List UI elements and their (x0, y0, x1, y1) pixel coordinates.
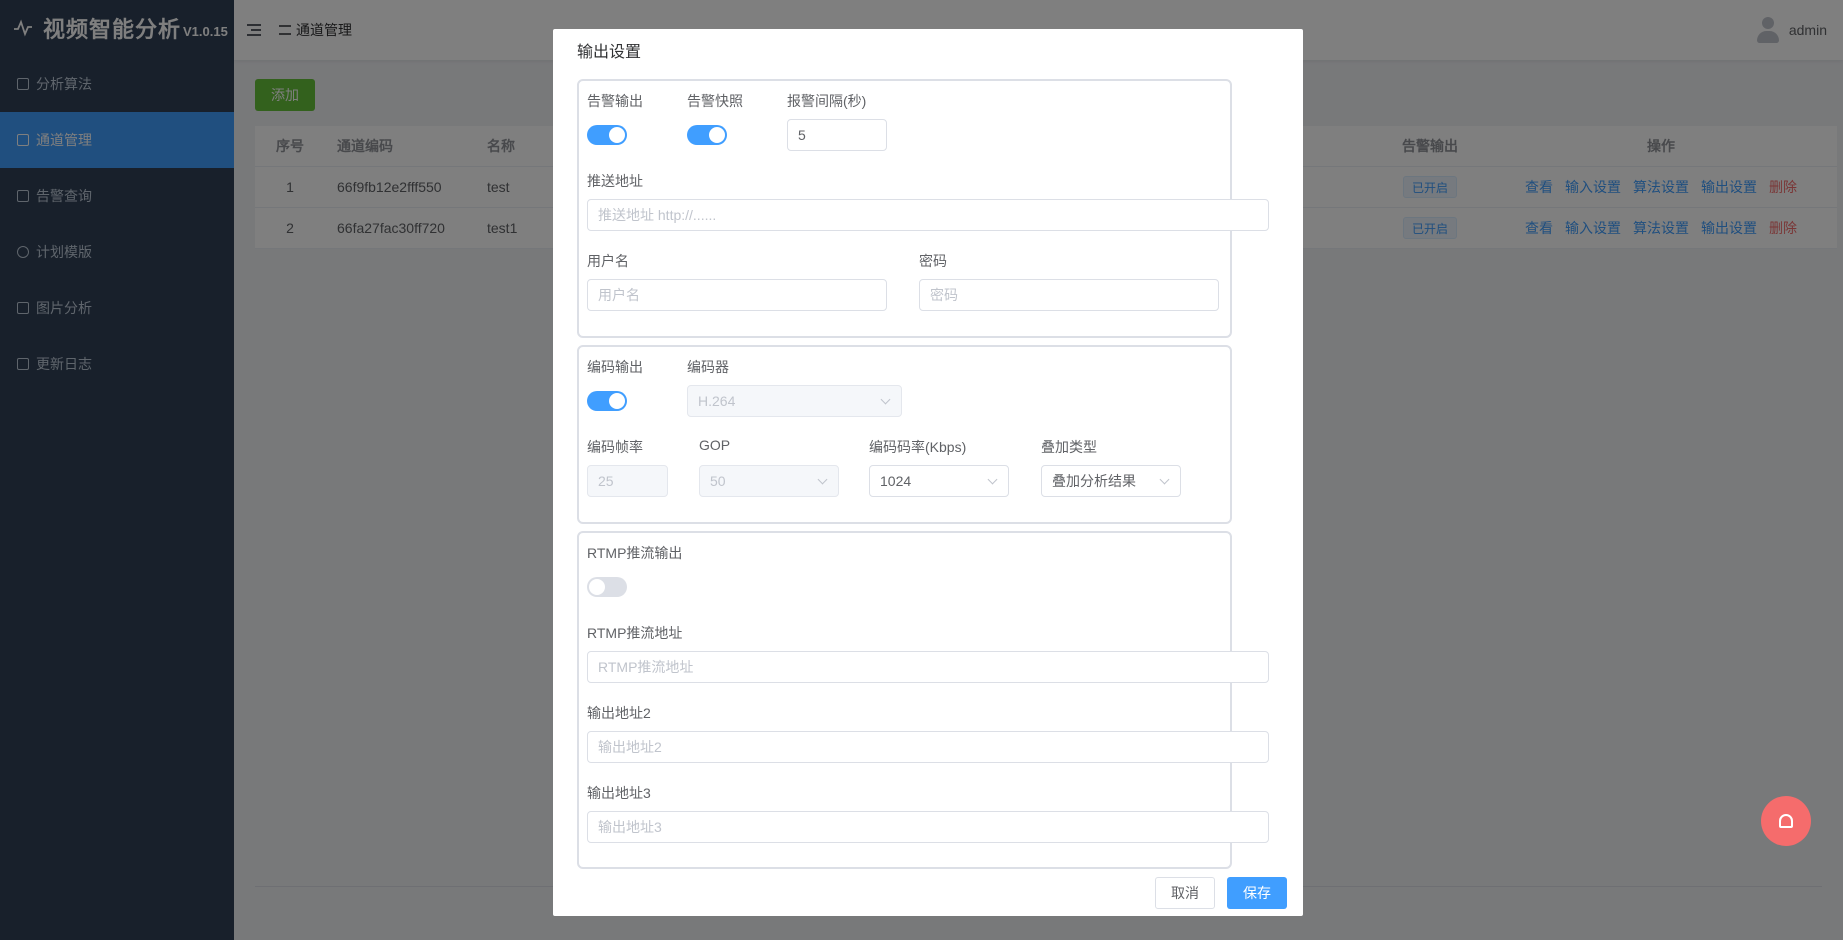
fps-input[interactable] (587, 465, 668, 497)
gop-label: GOP (699, 437, 731, 453)
interval-input[interactable] (787, 119, 887, 151)
alarm-float-button[interactable] (1761, 796, 1811, 846)
overlay-type-value: 叠加分析结果 (1052, 473, 1136, 489)
output-addr2-input[interactable] (587, 731, 1269, 763)
encoder-value: H.264 (698, 393, 736, 409)
bitrate-label: 编码码率(Kbps) (869, 439, 967, 455)
gop-value: 50 (710, 473, 726, 489)
encoder-select[interactable]: H.264 (687, 385, 902, 417)
rtmp-section: RTMP推流输出 RTMP推流地址 输出地址2 输出地址3 (577, 531, 1269, 869)
rtmp-output-label: RTMP推流输出 (587, 545, 683, 561)
bell-icon (1779, 814, 1793, 828)
password-input[interactable] (919, 279, 1219, 311)
snapshot-switch[interactable] (687, 125, 727, 145)
push-url-label: 推送地址 (587, 173, 643, 189)
push-url-input[interactable] (587, 199, 1269, 231)
chevron-down-icon (987, 474, 998, 485)
encoder-label: 编码器 (687, 359, 729, 375)
encode-output-switch[interactable] (587, 391, 627, 411)
alarm-output-switch[interactable] (587, 125, 627, 145)
password-label: 密码 (919, 253, 947, 269)
cancel-button[interactable]: 取消 (1155, 877, 1215, 909)
interval-label: 报警间隔(秒) (787, 93, 867, 109)
alarm-section: 告警输出 告警快照 报警间隔(秒) 推送地址 用户名 密码 (577, 79, 1269, 338)
output-addr3-label: 输出地址3 (587, 785, 651, 801)
encode-output-label: 编码输出 (587, 359, 643, 375)
gop-select[interactable]: 50 (699, 465, 839, 497)
overlay-type-select[interactable]: 叠加分析结果 (1041, 465, 1181, 497)
fps-label: 编码帧率 (587, 439, 643, 455)
output-settings-dialog: 输出设置 告警输出 告警快照 报警间隔(秒) 推送地址 用户名 密码 编码输出 … (553, 29, 1303, 916)
chevron-down-icon (817, 474, 828, 485)
dialog-title: 输出设置 (577, 44, 642, 61)
bitrate-select[interactable]: 1024 (869, 465, 1009, 497)
chevron-down-icon (880, 394, 891, 405)
rtmp-url-input[interactable] (587, 651, 1269, 683)
snapshot-label: 告警快照 (687, 93, 743, 109)
overlay-type-label: 叠加类型 (1041, 439, 1097, 455)
rtmp-url-label: RTMP推流地址 (587, 625, 683, 641)
encode-section: 编码输出 编码器 H.264 编码帧率 GOP 50 编码码率(Kbps) 10… (577, 345, 1232, 524)
username-label: 用户名 (587, 253, 629, 269)
bitrate-value: 1024 (880, 473, 912, 489)
output-addr3-input[interactable] (587, 811, 1269, 843)
alarm-output-label: 告警输出 (587, 93, 643, 109)
output-addr2-label: 输出地址2 (587, 705, 651, 721)
username-input[interactable] (587, 279, 887, 311)
chevron-down-icon (1159, 474, 1170, 485)
rtmp-output-switch[interactable] (587, 577, 627, 597)
save-button[interactable]: 保存 (1227, 877, 1287, 909)
